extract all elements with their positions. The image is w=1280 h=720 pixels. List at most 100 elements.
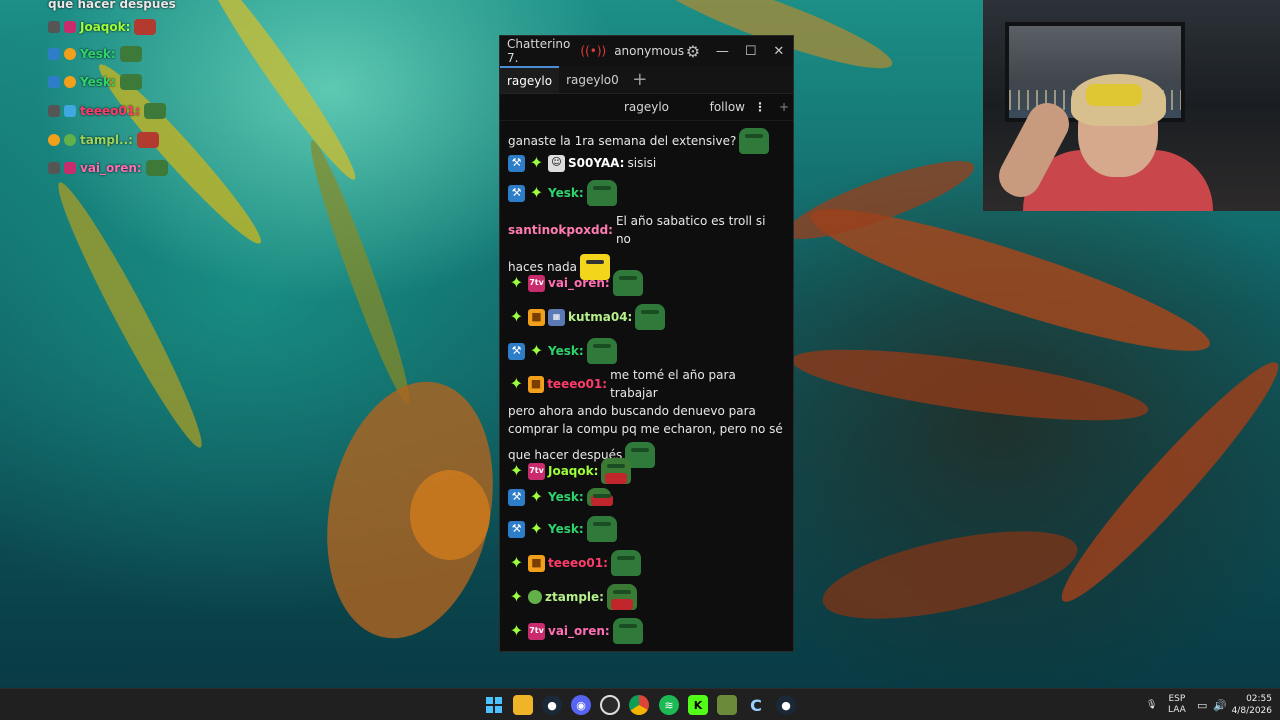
follow-button[interactable]: follow — [710, 100, 745, 114]
webcam-feed — [983, 0, 1280, 211]
close-button[interactable]: ✕ — [765, 44, 793, 59]
sparkle-badge-icon: ✦ — [509, 307, 524, 326]
box-badge-icon: ■ — [527, 375, 545, 393]
clock-date: 4/8/2026 — [1231, 706, 1272, 716]
chat-message: ✦ ■ teeeo01: me tomé el año para trabaja… — [508, 366, 783, 468]
mod-badge-icon — [48, 48, 60, 60]
chat-message: ⚒ ✦ ☺ S00YAA: sisisi — [508, 154, 783, 172]
username[interactable]: S00YAA: — [568, 154, 624, 172]
pepe-emote-icon — [610, 550, 641, 576]
volume-icon[interactable]: 🔊 — [1213, 689, 1227, 720]
file-explorer-icon[interactable] — [513, 695, 533, 715]
username[interactable]: Yesk: — [548, 184, 584, 202]
chat-message: ganaste la 1ra semana del extensive? — [508, 128, 783, 154]
overlay-username: Yesk: — [80, 47, 116, 61]
obs-icon[interactable] — [600, 695, 620, 715]
username[interactable]: ztample: — [545, 588, 604, 606]
username[interactable]: Yesk: — [548, 520, 584, 538]
username[interactable]: kutma04: — [568, 308, 632, 326]
keyboard-layout: LAA — [1168, 705, 1186, 715]
network-icon[interactable]: ▭ — [1197, 689, 1207, 720]
badge-icon — [48, 21, 60, 33]
moderator-badge-icon: ⚒ — [508, 154, 525, 172]
overlay-username: teeeo01: — [80, 104, 140, 118]
username[interactable]: Yesk: — [548, 488, 584, 506]
chat-message: ✦ ■ ▦ kutma04: — [508, 304, 783, 330]
message-text: comprar la compu pq me echaron, pero no … — [508, 422, 783, 436]
steam-icon[interactable]: ● — [542, 695, 562, 715]
emote-icon — [145, 160, 168, 176]
language-indicator[interactable]: ESP LAA — [1168, 689, 1186, 720]
overlay-username: Joaqok: — [80, 20, 131, 34]
minecraft-icon[interactable] — [717, 695, 737, 715]
message-list[interactable]: ganaste la 1ra semana del extensive? ⚒ ✦… — [500, 124, 793, 651]
7tv-badge-icon — [64, 162, 76, 174]
discord-icon[interactable]: ◉ — [571, 695, 591, 715]
chrome-icon[interactable] — [629, 695, 649, 715]
maximize-button[interactable]: ☐ — [737, 44, 765, 59]
more-options-icon[interactable]: ⋮ — [754, 100, 766, 114]
windows-start-icon[interactable] — [484, 695, 504, 715]
pepe-emote-icon — [612, 618, 643, 644]
channel-name[interactable]: rageylo — [500, 100, 793, 114]
tab-rageylo0[interactable]: rageylo0 — [559, 66, 626, 93]
minimize-button[interactable]: — — [708, 44, 736, 59]
kick-icon[interactable]: K — [688, 695, 708, 715]
emote-icon — [136, 132, 159, 148]
moderator-badge-icon: ⚒ — [508, 184, 525, 202]
message-text: sisisi — [627, 156, 657, 170]
moderator-badge-icon: ⚒ — [508, 342, 525, 360]
chatterino-icon[interactable]: C — [746, 695, 766, 715]
7tv-badge-icon: 7tv — [528, 274, 545, 292]
7tv-badge-icon: 7tv — [528, 462, 545, 480]
title-bar[interactable]: Chatterino 7. ((•)) anonymous ⚙ — ☐ ✕ — [500, 36, 793, 66]
microphone-icon[interactable]: 🎙 — [1146, 689, 1157, 720]
app-title: Chatterino 7. — [507, 37, 571, 65]
sparkle-badge-icon: ✦ — [509, 461, 524, 480]
emote-icon — [134, 19, 157, 35]
spotify-icon[interactable]: ≋ — [659, 695, 679, 715]
username[interactable]: teeeo01: — [548, 554, 608, 572]
taskbar: ● ◉ ≋ K C ● 🎙 ESP LAA ▭ 🔊 02:55 4/8/2026 — [0, 688, 1280, 720]
chat-message: ✦ ztample: — [508, 584, 783, 610]
moderator-badge-icon: ⚒ — [508, 488, 525, 506]
badge-icon — [48, 105, 60, 117]
system-clock[interactable]: 02:55 4/8/2026 — [1232, 693, 1272, 717]
pepe-red-emote-icon — [601, 458, 632, 484]
username[interactable]: santinokpoxdd: — [508, 221, 613, 239]
sparkle-badge-icon: ✦ — [509, 553, 524, 572]
pepe-emote-icon — [739, 128, 770, 154]
username[interactable]: vai_oren: — [548, 622, 610, 640]
split-header: rageylo follow ⋮ + — [500, 94, 793, 121]
pepe-emote-icon — [586, 516, 617, 542]
chat-message: ✦ 7tv Joaqok: — [508, 458, 783, 484]
username[interactable]: vai_oren: — [548, 274, 610, 292]
sparkle-badge-icon: ✦ — [529, 341, 544, 360]
chat-message: ✦ ■ teeeo01: — [508, 550, 783, 576]
sparkle-badge-icon: ✦ — [529, 487, 544, 506]
avatar-badge-icon: ☺ — [548, 154, 565, 172]
emote-icon — [119, 74, 142, 90]
add-tab-button[interactable]: + — [626, 66, 654, 93]
message-text: pero ahora ando buscando denuevo para — [508, 404, 756, 418]
broadcast-icon[interactable]: ((•)) — [580, 44, 606, 58]
username[interactable]: Joaqok: — [548, 462, 598, 480]
badge-icon — [64, 134, 76, 146]
account-name[interactable]: anonymous — [614, 44, 686, 58]
tab-rageylo[interactable]: rageylo — [500, 66, 560, 93]
badge-icon — [64, 105, 76, 117]
clock-time: 02:55 — [1246, 694, 1272, 704]
username[interactable]: Yesk: — [548, 342, 584, 360]
mod-badge-icon — [48, 76, 60, 88]
pepe-emote-icon — [635, 304, 666, 330]
message-text: me tomé el año para trabajar — [610, 368, 736, 400]
gear-icon[interactable]: ⚙ — [686, 42, 709, 61]
add-split-button[interactable]: + — [779, 100, 789, 114]
pepe-emote-icon — [612, 270, 643, 296]
overlay-line: que hacer después — [48, 0, 176, 11]
chat-message: ⚒ ✦ Yesk: — [508, 338, 783, 364]
username[interactable]: teeeo01: — [547, 375, 607, 393]
steam-client-icon[interactable]: ● — [776, 695, 796, 715]
badge-icon — [48, 134, 60, 146]
tab-bar: rageylo rageylo0 + — [500, 66, 793, 94]
